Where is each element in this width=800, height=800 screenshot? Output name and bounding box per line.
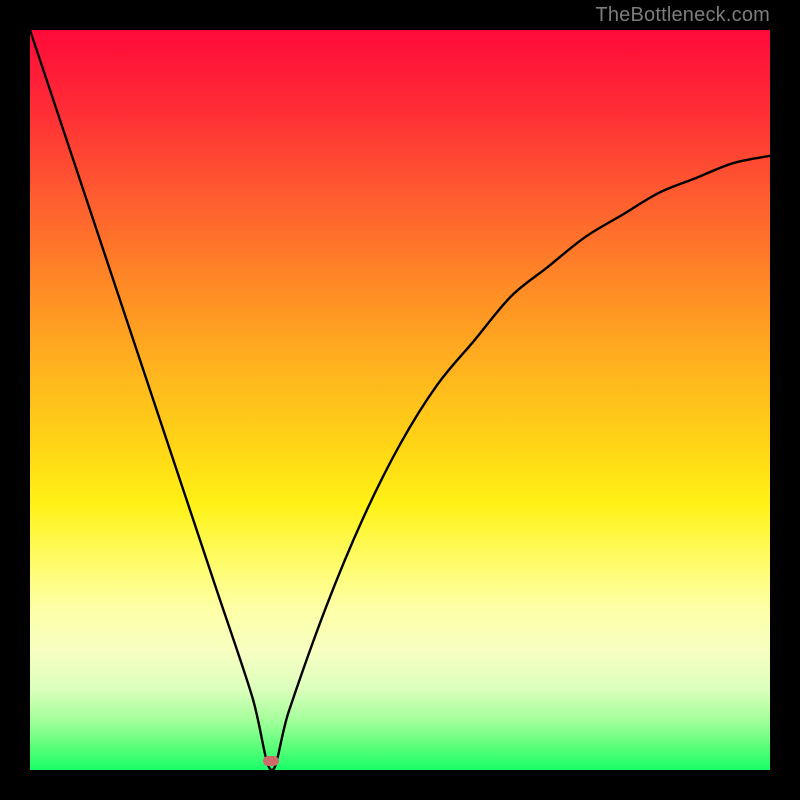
watermark-text: TheBottleneck.com <box>595 4 770 27</box>
minimum-marker <box>263 756 279 766</box>
bottleneck-curve <box>30 30 770 770</box>
chart-frame: TheBottleneck.com <box>0 0 800 800</box>
plot-area <box>30 30 770 770</box>
